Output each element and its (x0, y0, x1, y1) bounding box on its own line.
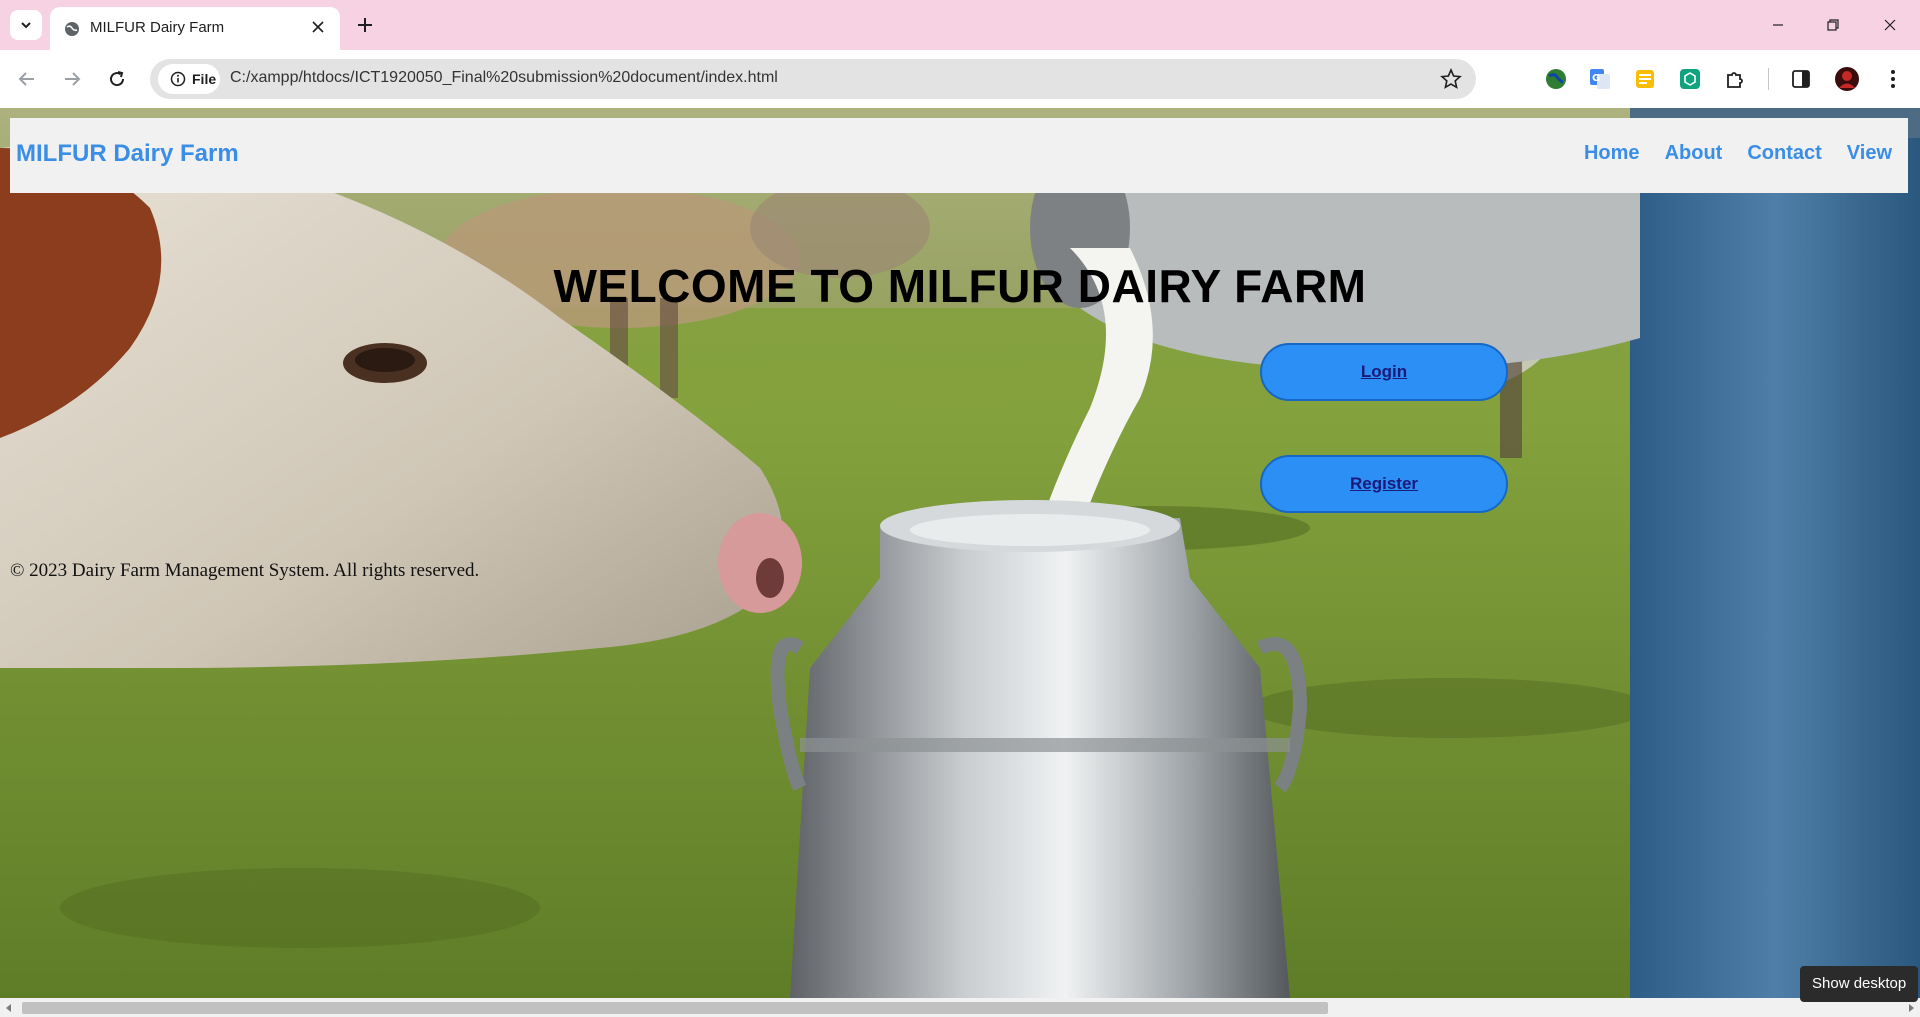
caret-left-icon (6, 1004, 11, 1012)
site-info-chip[interactable]: File (158, 64, 220, 94)
tab-search-button[interactable] (10, 10, 42, 40)
extension-notes-button[interactable] (1632, 66, 1658, 92)
scroll-right-button[interactable] (1906, 1002, 1916, 1014)
arrow-right-icon (65, 72, 81, 86)
dairy-farm-background-image (0, 108, 1920, 998)
puzzle-icon (1727, 72, 1743, 88)
extension-globe-button[interactable] (1543, 66, 1569, 92)
avatar-icon (1835, 67, 1859, 91)
nav-link-view[interactable]: View (1847, 142, 1892, 165)
side-panel-icon (1792, 70, 1810, 88)
browser-menu-button[interactable] (1880, 66, 1906, 92)
chevron-down-icon (21, 22, 31, 29)
plus-icon (358, 18, 372, 32)
tab-strip: MILFUR Dairy Farm (0, 0, 1920, 50)
earth-icon (1546, 69, 1566, 89)
tab-title: MILFUR Dairy Farm (90, 19, 225, 36)
url-text[interactable]: C:/xampp/htdocs/ICT1920050_Final%20submi… (230, 69, 778, 87)
info-icon (170, 71, 186, 87)
minimize-icon (1773, 24, 1783, 26)
forward-button[interactable] (55, 62, 89, 96)
page-viewport: MILFUR Dairy Farm Home About Contact Vie… (0, 108, 1920, 998)
site-brand[interactable]: MILFUR Dairy Farm (16, 140, 239, 168)
svg-text:G: G (1592, 73, 1600, 84)
toolbar-divider (1768, 68, 1769, 90)
new-tab-button[interactable] (352, 12, 378, 38)
nav-links: Home About Contact View (1584, 142, 1892, 165)
close-tab-button[interactable] (308, 17, 328, 37)
chip-label: File (192, 71, 217, 87)
scrollbar-thumb[interactable] (22, 1002, 1328, 1014)
translate-icon: G (1590, 69, 1610, 89)
active-tab[interactable]: MILFUR Dairy Farm (50, 7, 340, 50)
scroll-left-button[interactable] (4, 1002, 14, 1014)
back-button[interactable] (10, 62, 44, 96)
footer-copyright: © 2023 Dairy Farm Management System. All… (10, 560, 480, 581)
hero-title: WELCOME TO MILFUR DAIRY FARM (553, 259, 1367, 312)
nav-link-contact[interactable]: Contact (1747, 142, 1821, 165)
nav-link-about[interactable]: About (1665, 142, 1723, 165)
reload-button[interactable] (100, 62, 134, 96)
horizontal-scrollbar[interactable] (0, 998, 1920, 1017)
login-button[interactable]: Login (1260, 343, 1508, 401)
caret-right-icon (1909, 1004, 1914, 1012)
close-icon (312, 21, 324, 33)
site-navbar: MILFUR Dairy Farm Home About Contact Vie… (10, 118, 1908, 193)
reload-icon (110, 71, 125, 87)
close-icon (1884, 19, 1896, 31)
profile-avatar[interactable] (1834, 66, 1860, 92)
minimize-button[interactable] (1760, 10, 1796, 40)
restore-button[interactable] (1815, 10, 1851, 40)
register-button[interactable]: Register (1260, 455, 1508, 513)
globe-icon (65, 22, 79, 36)
side-panel-button[interactable] (1788, 66, 1814, 92)
star-icon[interactable] (1440, 68, 1462, 90)
restore-icon (1827, 19, 1839, 31)
arrow-left-icon (18, 72, 34, 86)
extensions-button[interactable] (1722, 66, 1748, 92)
extension-translate-button[interactable]: G (1587, 66, 1613, 92)
kebab-menu-icon (1891, 70, 1895, 88)
extension-chatgpt-button[interactable] (1677, 66, 1703, 92)
notes-icon (1636, 70, 1654, 88)
nav-link-home[interactable]: Home (1584, 142, 1640, 165)
close-window-button[interactable] (1872, 10, 1908, 40)
show-desktop-tooltip: Show desktop (1800, 966, 1919, 1002)
address-bar[interactable]: File C:/xampp/htdocs/ICT1920050_Final%20… (150, 59, 1476, 99)
openai-icon (1680, 69, 1700, 89)
